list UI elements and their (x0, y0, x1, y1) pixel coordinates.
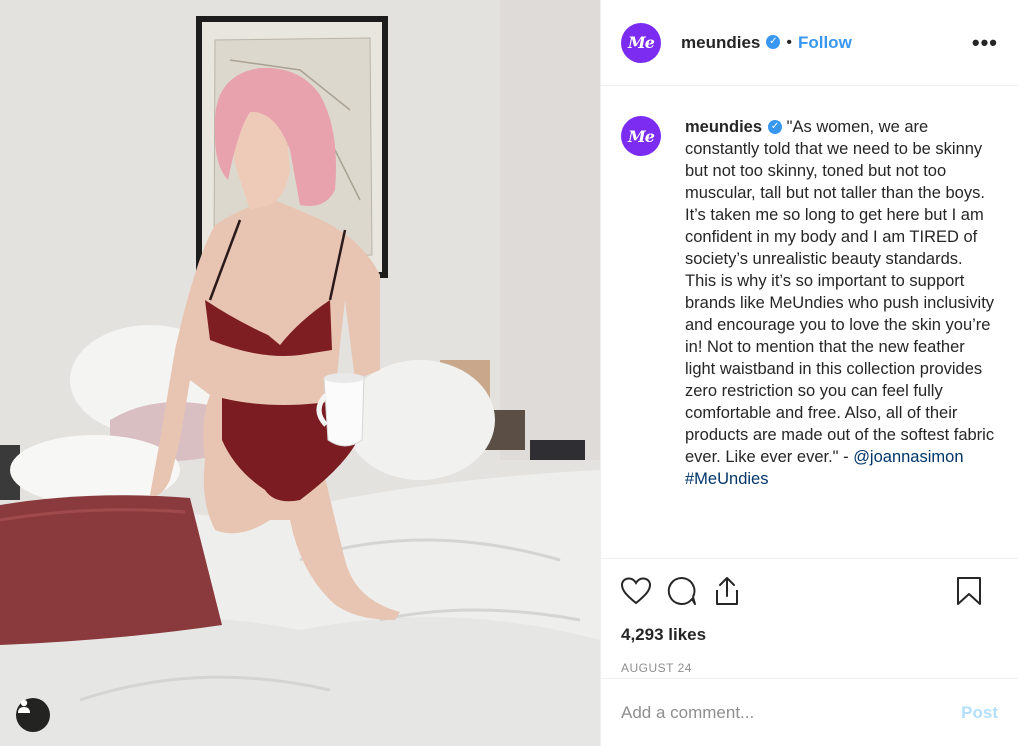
more-options-icon[interactable]: ••• (972, 30, 998, 56)
verified-badge-icon: ✓ (766, 34, 781, 49)
caption-area: Me meundies ✓ "As women, we are constantl… (621, 100, 998, 558)
comment-icon[interactable] (667, 576, 697, 606)
caption-comment: Me meundies ✓ "As women, we are constantl… (621, 100, 998, 490)
likes-count[interactable]: 4,293 likes (621, 625, 998, 645)
separator-dot: • (786, 33, 792, 51)
post-date[interactable]: AUGUST 24 (621, 661, 998, 675)
mention-link[interactable]: @joannasimon (853, 448, 963, 466)
post-comment-button[interactable]: Post (961, 703, 998, 723)
follow-button[interactable]: Follow (798, 33, 852, 53)
avatar-text: Me (628, 33, 655, 52)
post-photo[interactable] (0, 0, 600, 746)
verified-badge-icon: ✓ (768, 119, 783, 134)
actions-section: 4,293 likes AUGUST 24 (601, 558, 1018, 675)
caption-body: "As women, we are constantly told that w… (685, 118, 995, 466)
post-header: Me meundies ✓ • Follow ••• (601, 0, 1018, 86)
caption-username-link[interactable]: meundies (685, 118, 762, 136)
hashtag-link[interactable]: #MeUndies (685, 470, 768, 488)
heart-icon[interactable] (621, 577, 651, 605)
avatar[interactable]: Me (621, 22, 661, 63)
user-tag-icon (18, 699, 30, 713)
comment-input[interactable] (621, 702, 962, 723)
share-icon[interactable] (713, 576, 741, 606)
tagged-users-button[interactable] (16, 698, 50, 732)
action-icon-row (621, 571, 998, 611)
avatar-text: Me (628, 126, 655, 146)
avatar[interactable]: Me (621, 116, 661, 156)
comment-bar: Post (601, 678, 1018, 746)
photo-illustration (0, 0, 600, 746)
bookmark-icon[interactable] (956, 576, 982, 606)
caption-text: meundies ✓ "As women, we are constantly t… (685, 116, 998, 490)
post-side-panel: Me meundies ✓ • Follow ••• Me meundies ✓ … (600, 0, 1018, 746)
username-link[interactable]: meundies (681, 33, 760, 53)
